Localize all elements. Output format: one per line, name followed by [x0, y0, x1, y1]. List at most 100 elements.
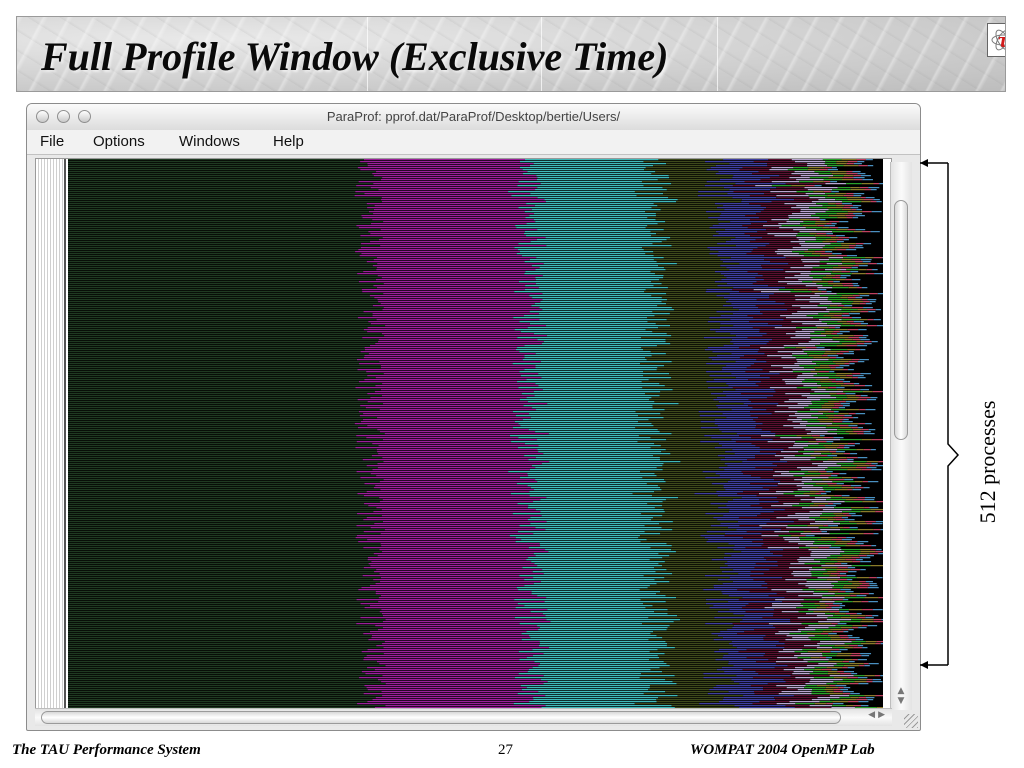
profile-bar-segment: [803, 447, 826, 449]
profile-bar-segment: [672, 529, 737, 531]
profile-bar-segment: [853, 705, 862, 707]
profile-bar-segment: [732, 197, 777, 199]
profile-bar-segment: [738, 651, 779, 653]
profile-bar-segment: [550, 621, 674, 623]
profile-bar-segment: [381, 333, 534, 335]
profile-bar-segment: [370, 473, 528, 475]
window-titlebar[interactable]: ParaProf: pprof.dat/ParaProf/Desktop/ber…: [27, 104, 920, 131]
profile-bar-segment: [770, 431, 812, 433]
full-profile-bars[interactable]: [68, 159, 883, 711]
profile-bar-segment: [372, 443, 525, 445]
profile-bar-segment: [863, 449, 871, 451]
profile-bar-segment: [814, 519, 828, 521]
profile-bar-segment: [862, 179, 873, 181]
profile-bar-segment: [68, 189, 379, 191]
profile-bar-segment: [869, 465, 876, 467]
profile-bar-segment: [655, 571, 722, 573]
profile-bar-segment: [664, 561, 728, 563]
vertical-scrollbar[interactable]: ▲ ▼: [890, 162, 912, 710]
profile-bar-segment: [855, 395, 861, 397]
profile-bar-segment: [364, 355, 525, 357]
profile-bar-segment: [521, 639, 649, 641]
profile-bar-segment: [662, 501, 728, 503]
profile-bar-segment: [862, 211, 872, 213]
profile-bar-segment: [870, 549, 877, 551]
profile-bar-segment: [857, 645, 864, 647]
profile-bar-segment: [377, 629, 539, 631]
profile-bar-segment: [370, 187, 538, 189]
profile-bar-segment: [672, 681, 734, 683]
profile-bar-segment: [643, 161, 706, 163]
profile-bar-segment: [811, 691, 827, 693]
profile-bar-segment: [515, 415, 638, 417]
profile-bar-segment: [813, 671, 829, 673]
profile-bar-segment: [837, 449, 857, 451]
profile-bar-segment: [770, 191, 797, 193]
profile-bar-segment: [748, 405, 777, 407]
profile-bar-segment: [827, 323, 843, 325]
profile-bar-segment: [780, 459, 811, 461]
menu-help[interactable]: Help: [273, 133, 304, 150]
profile-bar-segment: [838, 227, 849, 229]
profile-bar-segment: [519, 575, 644, 577]
profile-bar-segment: [536, 175, 669, 177]
profile-bar-segment: [547, 609, 668, 611]
resize-grip-icon[interactable]: [904, 714, 918, 728]
horizontal-scroll-arrows-icon[interactable]: ◀▶: [868, 710, 888, 720]
profile-bar-segment: [764, 353, 793, 355]
profile-bar-segment: [717, 547, 746, 549]
profile-bar-segment: [68, 509, 382, 511]
profile-bar-segment: [355, 537, 516, 539]
menu-file[interactable]: File: [40, 133, 64, 150]
profile-bar-segment: [758, 171, 795, 173]
vertical-scroll-arrows-icon[interactable]: ▲ ▼: [894, 686, 908, 706]
profile-bar-segment: [68, 367, 382, 369]
menu-options[interactable]: Options: [93, 133, 145, 150]
profile-bar-segment: [68, 239, 379, 241]
profile-bar-segment: [831, 191, 839, 193]
profile-bar-segment: [643, 349, 705, 351]
profile-bar-segment: [533, 219, 656, 221]
profile-bar-segment: [648, 689, 710, 691]
profile-bar-segment: [728, 385, 759, 387]
profile-bar-segment: [821, 565, 852, 567]
profile-bar-segment: [705, 599, 739, 601]
profile-bar-segment: [362, 291, 515, 293]
profile-bar-segment: [783, 255, 804, 257]
profile-bar-segment: [546, 597, 677, 599]
profile-bar-segment: [537, 187, 663, 189]
profile-bar-segment: [512, 411, 636, 413]
profile-bar-segment: [362, 575, 520, 577]
profile-bar-segment: [68, 449, 377, 451]
profile-bar-segment: [835, 519, 845, 521]
profile-bar-segment: [803, 493, 816, 495]
profile-bar-segment: [659, 431, 722, 433]
profile-bar-segment: [823, 315, 835, 317]
horizontal-scroll-thumb[interactable]: [41, 711, 841, 724]
profile-bar-segment: [750, 575, 794, 577]
profile-bar-segment: [642, 603, 706, 605]
profile-bar-segment: [844, 205, 853, 207]
profile-bar-segment: [842, 693, 851, 695]
profile-bar-segment: [770, 519, 799, 521]
profile-bar-segment: [536, 409, 665, 411]
profile-bar-segment: [68, 457, 383, 459]
horizontal-scrollbar[interactable]: ◀▶: [35, 708, 892, 726]
profile-bar-segment: [729, 189, 771, 191]
tau-logo-icon: τ: [987, 23, 1005, 57]
profile-bar-segment: [830, 639, 847, 641]
profile-bar-segment: [825, 331, 834, 333]
menu-windows[interactable]: Windows: [179, 133, 240, 150]
profile-bar-segment: [818, 417, 829, 419]
profile-bar-segment: [825, 275, 836, 277]
profile-bar-segment: [769, 295, 795, 297]
profile-bar-segment: [775, 491, 794, 493]
profile-bar-segment: [367, 689, 522, 691]
profile-bar-segment: [869, 507, 879, 509]
profile-bar-segment: [711, 437, 752, 439]
profile-bar-segment: [68, 359, 357, 361]
profile-bar-segment: [372, 699, 534, 701]
vertical-scroll-thumb[interactable]: [894, 200, 908, 440]
profile-bar-segment: [738, 347, 761, 349]
profile-bar-segment: [757, 273, 801, 275]
